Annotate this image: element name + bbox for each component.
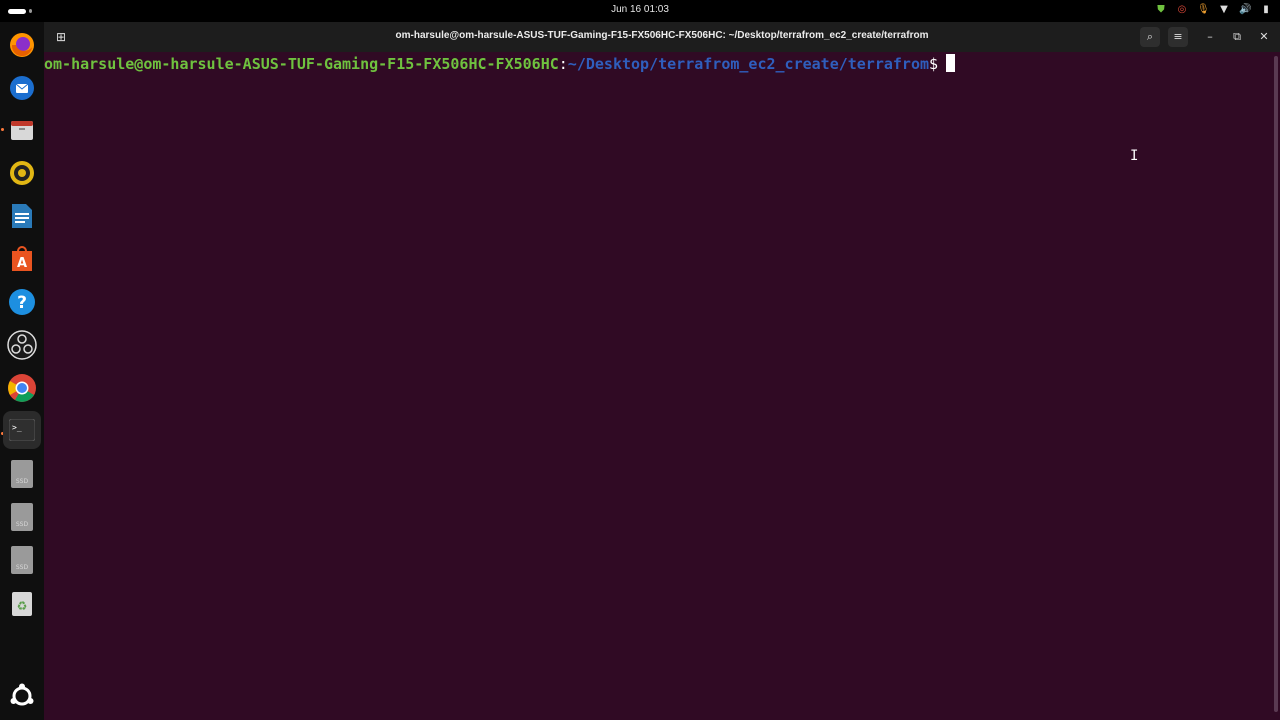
svg-text:A: A — [17, 256, 27, 271]
files-icon — [11, 121, 33, 140]
prompt-user-host: om-harsule@om-harsule-ASUS-TUF-Gaming-F1… — [44, 55, 559, 73]
search-button[interactable]: ⌕ — [1140, 27, 1160, 47]
dock-thunderbird[interactable] — [7, 73, 37, 103]
chrome-indicator-icon[interactable]: ◎ — [1176, 3, 1188, 17]
prompt-symbol: $ — [929, 55, 939, 73]
terminal-area[interactable]: om-harsule@om-harsule-ASUS-TUF-Gaming-F1… — [44, 52, 1280, 720]
svg-text:>_: >_ — [12, 423, 22, 432]
dock-rhythmbox[interactable] — [7, 158, 37, 188]
hamburger-menu-icon: ≡ — [1173, 30, 1183, 43]
libreoffice-writer-icon — [12, 204, 32, 228]
trash-icon: ♻ — [12, 592, 32, 616]
window-title: om-harsule@om-harsule-ASUS-TUF-Gaming-F1… — [395, 30, 929, 41]
dock-ssd-3[interactable]: SSD — [7, 545, 37, 575]
ubuntu-logo-icon — [10, 683, 34, 706]
menu-button[interactable]: ≡ — [1168, 27, 1188, 47]
svg-text:SSD: SSD — [16, 478, 29, 485]
battery-icon[interactable]: ▮ — [1260, 3, 1272, 17]
svg-text:♻: ♻ — [17, 599, 28, 613]
svg-text:SSD: SSD — [16, 521, 29, 528]
chrome-icon — [8, 374, 36, 402]
dock-chrome[interactable] — [7, 373, 37, 403]
restore-icon: ⧉ — [1233, 30, 1241, 43]
maximize-button[interactable]: ⧉ — [1227, 27, 1247, 47]
help-icon: ? — [9, 289, 35, 315]
dock: A ? >_ SSD SSD SSD ♻ — [0, 22, 44, 720]
dock-firefox[interactable] — [7, 30, 37, 60]
firefox-icon — [10, 33, 34, 57]
prompt-separator: : — [558, 55, 568, 73]
minimize-button[interactable]: – — [1200, 27, 1220, 47]
svg-text:?: ? — [17, 293, 27, 313]
svg-text:SSD: SSD — [16, 564, 29, 571]
dock-files[interactable] — [7, 115, 37, 145]
shield-icon[interactable]: ⛊ — [1155, 3, 1167, 17]
scrollbar[interactable] — [1274, 56, 1278, 712]
close-button[interactable]: ✕ — [1254, 27, 1274, 47]
drive-icon: SSD — [11, 503, 33, 531]
dock-app-center[interactable]: A — [7, 244, 37, 274]
dock-writer[interactable] — [7, 201, 37, 231]
search-icon: ⌕ — [1146, 30, 1154, 43]
dock-trash[interactable]: ♻ — [7, 588, 37, 618]
dock-obs[interactable] — [7, 330, 37, 360]
top-bar: Jun 16 01:03 ⛊ ◎ 🎙 ▼ 🔊 ▮ — [0, 0, 1280, 22]
system-tray[interactable]: ⛊ ◎ 🎙 ▼ 🔊 ▮ — [1155, 3, 1272, 17]
thunderbird-icon — [10, 76, 34, 100]
window-header[interactable]: ⊞ om-harsule@om-harsule-ASUS-TUF-Gaming-… — [44, 22, 1280, 53]
dock-ssd-1[interactable]: SSD — [7, 459, 37, 489]
close-icon: ✕ — [1259, 30, 1269, 43]
dock-help[interactable]: ? — [7, 287, 37, 317]
drive-icon: SSD — [11, 546, 33, 574]
microphone-icon[interactable]: 🎙 — [1197, 3, 1210, 17]
terminal-icon: >_ — [9, 419, 35, 441]
terminal-prompt: om-harsule@om-harsule-ASUS-TUF-Gaming-F1… — [44, 54, 956, 74]
obs-studio-icon — [7, 330, 37, 360]
rhythmbox-icon — [10, 161, 34, 185]
wifi-icon[interactable]: ▼ — [1218, 3, 1230, 17]
text-cursor — [946, 54, 956, 72]
volume-icon[interactable]: 🔊 — [1239, 3, 1251, 17]
app-center-icon: A — [12, 246, 32, 271]
dock-ssd-2[interactable]: SSD — [7, 502, 37, 532]
dock-terminal[interactable]: >_ — [3, 411, 41, 449]
minimize-icon: – — [1207, 30, 1213, 43]
show-apps-button[interactable] — [7, 681, 37, 711]
running-indicator — [1, 128, 4, 131]
mouse-ibeam-cursor-icon: I — [1130, 148, 1139, 164]
clock[interactable]: Jun 16 01:03 — [0, 4, 1280, 15]
prompt-path: ~/Desktop/terrafrom_ec2_create/terrafrom — [567, 55, 930, 73]
drive-icon: SSD — [11, 460, 33, 488]
